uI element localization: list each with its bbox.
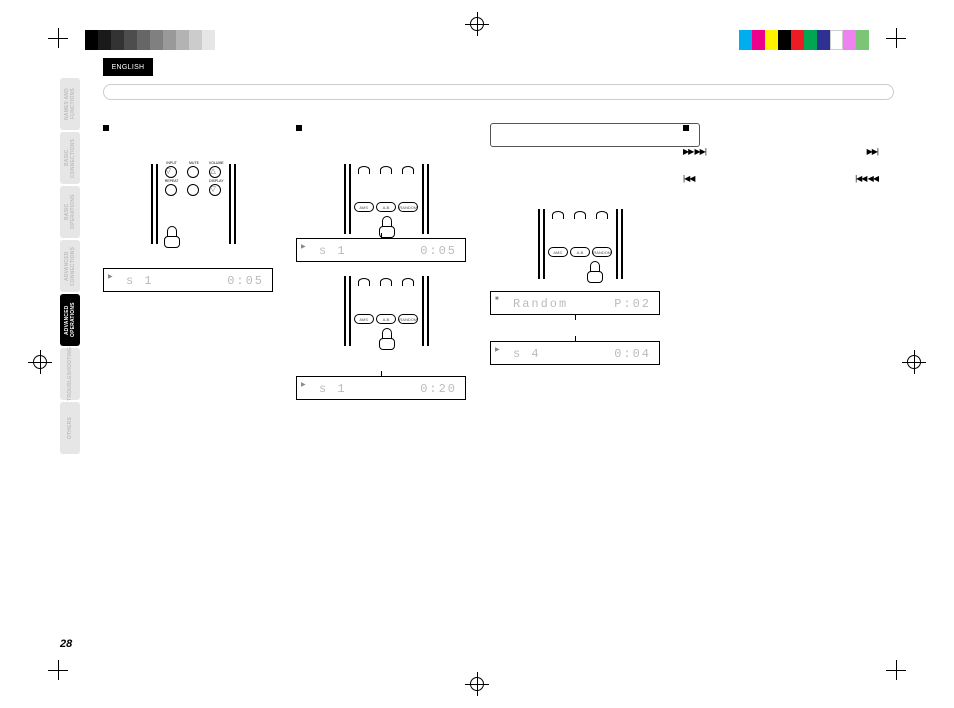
sidetab-advanced-connections: ADVANCED CONNECTIONS bbox=[60, 240, 80, 292]
section-marker-icon bbox=[296, 125, 302, 131]
section-marker-icon bbox=[683, 125, 689, 131]
crop-mark bbox=[48, 28, 68, 48]
sidetab-basic-operations: BASIC OPERATIONS bbox=[60, 186, 80, 238]
page-content: ENGLISH NAMES AND FUNCTIONS BASIC CONNEC… bbox=[60, 58, 894, 650]
lcd-display-random: ■ Random P:02 bbox=[490, 291, 660, 315]
column-1: INPUT▽ MUTE VOLUME△ REPEAT DISPLAY▽ ▶ s … bbox=[103, 123, 283, 292]
column-2: AMS A-B RANDOM ▶ s 1 0:05 AMS A-B RAND bbox=[296, 123, 476, 400]
side-nav-tabs: NAMES AND FUNCTIONS BASIC CONNECTIONS BA… bbox=[60, 78, 80, 456]
remote-illustration-ab-1: AMS A-B RANDOM bbox=[339, 164, 434, 234]
sidetab-basic-connections: BASIC CONNECTIONS bbox=[60, 132, 80, 184]
next-track-icon: ▶▶| bbox=[867, 147, 878, 156]
lcd-display-5: ▶ s 4 0:04 bbox=[490, 341, 660, 365]
registration-mark bbox=[465, 12, 489, 36]
column-4: ▶▶ ▶▶| ▶▶| |◀◀ |◀◀ ◀◀ bbox=[683, 123, 878, 186]
registration-mark bbox=[28, 350, 52, 374]
sidetab-names-functions: NAMES AND FUNCTIONS bbox=[60, 78, 80, 130]
remote-illustration-repeat: INPUT▽ MUTE VOLUME△ REPEAT DISPLAY▽ bbox=[146, 164, 241, 244]
remote-illustration-ab-2: AMS A-B RANDOM bbox=[339, 276, 434, 346]
sidetab-others: OTHERS bbox=[60, 402, 80, 454]
note-box bbox=[490, 123, 700, 147]
sidetab-advanced-operations: ADVANCED OPERATIONS bbox=[60, 294, 80, 346]
lcd-display-2: ▶ s 1 0:05 bbox=[296, 238, 466, 262]
prev-track-icon: |◀◀ bbox=[683, 174, 694, 183]
color-calibration-bar bbox=[739, 30, 869, 50]
crop-mark bbox=[886, 28, 906, 48]
page-number: 28 bbox=[60, 638, 72, 650]
language-tab: ENGLISH bbox=[103, 58, 153, 76]
lcd-display-1: ▶ s 1 0:05 bbox=[103, 268, 273, 292]
skip-back-row: |◀◀ |◀◀ ◀◀ bbox=[683, 174, 878, 183]
lcd-display-3: ▶ s 1 0:20 bbox=[296, 376, 466, 400]
rewind-icon: |◀◀ ◀◀ bbox=[855, 174, 878, 183]
fast-forward-icon: ▶▶ ▶▶| bbox=[683, 147, 706, 156]
registration-mark bbox=[465, 672, 489, 696]
column-3: AMS A-B RANDOM ■ Random P:02 ▶ s 4 0:04 bbox=[490, 123, 670, 365]
crop-mark bbox=[886, 660, 906, 680]
registration-mark bbox=[902, 350, 926, 374]
section-header-bar bbox=[103, 84, 894, 100]
grayscale-calibration-bar bbox=[85, 30, 215, 50]
remote-illustration-random: AMS A-B RANDOM bbox=[533, 209, 628, 279]
crop-mark bbox=[48, 660, 68, 680]
skip-forward-row: ▶▶ ▶▶| ▶▶| bbox=[683, 147, 878, 156]
sidetab-troubleshooting: TROUBLESHOOTING bbox=[60, 348, 80, 400]
section-marker-icon bbox=[103, 125, 109, 131]
